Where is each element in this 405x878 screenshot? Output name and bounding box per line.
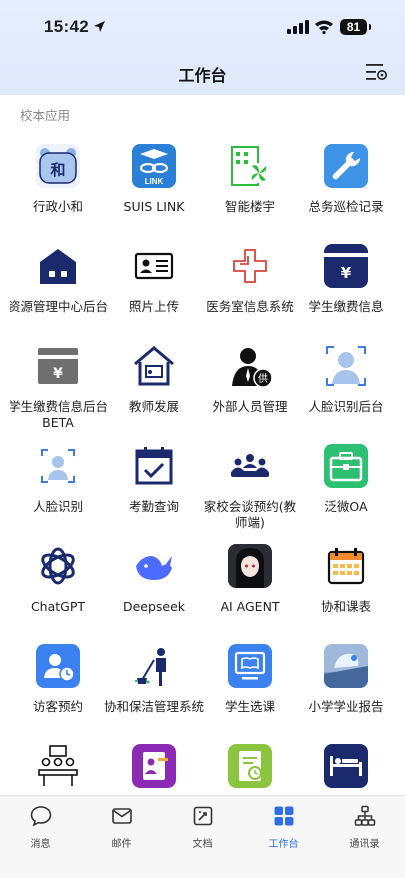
workbench-grid-icon xyxy=(274,806,293,826)
chatgpt-icon xyxy=(36,544,80,588)
ai-agent-avatar-icon xyxy=(228,544,272,588)
app-label: 小学学业报告 xyxy=(308,699,384,714)
id-card-icon xyxy=(132,244,176,288)
suis-link-badge: LINK xyxy=(145,177,164,186)
app-label: 智能楼宇 xyxy=(224,199,275,214)
app-label: SUIS LINK xyxy=(123,199,185,214)
document-icon xyxy=(193,806,212,826)
smart-building-icon xyxy=(228,144,272,188)
teacher-house-icon xyxy=(132,344,176,388)
app-label: 协和保洁管理系统 xyxy=(104,699,205,714)
bottom-tab-bar: 消息 邮件 文档 工作台 通讯录 xyxy=(0,795,405,878)
app-label: 外部人员管理 xyxy=(212,399,288,414)
timetable-calendar-icon xyxy=(324,544,368,588)
report-icon xyxy=(324,644,368,688)
visitor-booking-icon xyxy=(36,644,80,688)
course-select-icon xyxy=(228,644,272,688)
cleaning-icon xyxy=(132,644,176,688)
visitor-person-icon: 供 xyxy=(228,344,272,388)
svg-text:¥: ¥ xyxy=(53,366,63,382)
tab-label: 工作台 xyxy=(268,839,299,850)
chat-bubble-icon xyxy=(30,806,51,827)
app-label: ChatGPT xyxy=(30,599,86,614)
face-admin-icon xyxy=(324,344,368,388)
app-label: 人脸识别 xyxy=(32,499,83,514)
battery-indicator: 81 xyxy=(340,19,371,35)
svg-text:和: 和 xyxy=(50,161,65,179)
attendance-calendar-icon xyxy=(132,444,176,488)
dormitory-bed-icon xyxy=(324,744,368,788)
settings-menu-icon[interactable] xyxy=(364,61,388,83)
svg-text:¥: ¥ xyxy=(341,264,352,282)
contact-card-icon xyxy=(132,744,176,788)
app-card: 校本应用 和 行政小和 LINK SUIS LINK 智能楼宇 总务巡检记录 资… xyxy=(10,95,394,795)
tab-contacts[interactable]: 通讯录 xyxy=(324,804,405,850)
app-label: 教师发展 xyxy=(128,399,179,414)
app-label: 照片上传 xyxy=(128,299,179,314)
tab-label: 通讯录 xyxy=(349,839,380,850)
medical-cross-icon xyxy=(228,244,272,288)
app-label: 医务室信息系统 xyxy=(206,299,294,314)
app-label: Deepseek xyxy=(122,599,186,614)
visitor-badge: 供 xyxy=(258,372,268,385)
page-title: 工作台 xyxy=(178,66,227,85)
conference-icon xyxy=(36,744,80,788)
app-label: 学生选课 xyxy=(224,699,275,714)
he-mascot-icon: 和 xyxy=(36,144,80,188)
tab-mail[interactable]: 邮件 xyxy=(81,804,162,850)
app-label: 访客预约 xyxy=(32,699,83,714)
cellular-signal-icon xyxy=(287,20,309,34)
app-label: 家校会谈预约(教师端) xyxy=(203,499,297,530)
payment-yen-icon: ¥ xyxy=(324,244,368,288)
section-label: 校本应用 xyxy=(20,108,71,123)
wrench-icon xyxy=(324,144,368,188)
app-label: 总务巡检记录 xyxy=(308,199,384,214)
location-arrow-icon xyxy=(94,21,105,32)
mail-icon xyxy=(111,808,132,824)
toolbox-icon xyxy=(324,444,368,488)
app-label: 资源管理中心后台 xyxy=(10,299,109,314)
face-scan-icon xyxy=(36,444,80,488)
app-label: 考勤查询 xyxy=(128,499,179,514)
payment-yen-gray-icon: ¥ xyxy=(36,344,80,388)
suis-link-icon: LINK xyxy=(132,144,176,188)
app-label: 泛微OA xyxy=(324,499,368,514)
deepseek-whale-icon xyxy=(132,544,176,588)
app-label: 协和课表 xyxy=(320,599,371,614)
document-clock-icon xyxy=(228,744,272,788)
tab-label: 文档 xyxy=(192,839,213,850)
app-label: 学生缴费信息 xyxy=(308,299,384,314)
status-bar: 15:42 81 xyxy=(0,0,405,50)
tab-label: 邮件 xyxy=(111,839,132,850)
app-label: 学生缴费信息后台BETA xyxy=(10,399,109,430)
meeting-icon xyxy=(228,444,272,488)
tab-messages[interactable]: 消息 xyxy=(0,804,81,850)
app-label: 行政小和 xyxy=(32,199,83,214)
tab-label: 消息 xyxy=(30,839,51,850)
wifi-icon xyxy=(315,20,333,34)
status-time: 15:42 xyxy=(44,17,89,36)
app-label: 人脸识别后台 xyxy=(308,399,384,414)
org-chart-icon xyxy=(354,805,375,826)
tab-workbench[interactable]: 工作台 xyxy=(243,804,324,850)
tab-documents[interactable]: 文档 xyxy=(162,804,243,850)
app-label: AI AGENT xyxy=(220,599,280,614)
resource-house-icon xyxy=(36,244,80,288)
